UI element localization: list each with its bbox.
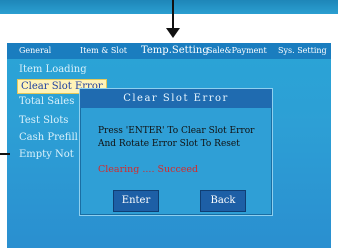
dialog-status: Clearing .... Succeed <box>98 164 199 175</box>
side-pointer-line <box>0 153 10 155</box>
menu-item-total-sales[interactable]: Total Sales <box>19 95 74 108</box>
pointer-arrow-icon <box>166 28 180 38</box>
back-button[interactable]: Back <box>200 190 246 212</box>
tab-sale-payment[interactable]: Sale&Payment <box>207 43 267 59</box>
dialog-message-line2: And Rotate Error Slot To Reset <box>98 139 240 149</box>
top-decor-strip <box>0 0 338 14</box>
tab-sys-setting[interactable]: Sys. Setting <box>278 43 327 59</box>
tab-temp-setting[interactable]: Temp.Setting <box>141 43 209 59</box>
dialog-message: Press 'ENTER' To Clear Slot Error And Ro… <box>98 125 254 151</box>
clear-slot-error-dialog: Clear Slot Error Press 'ENTER' To Clear … <box>79 88 273 216</box>
menu-item-loading[interactable]: Item Loading <box>19 63 87 76</box>
tab-general[interactable]: General <box>19 43 51 59</box>
menu-item-test-slots[interactable]: Test Slots <box>19 114 68 127</box>
menu-item-empty-not[interactable]: Empty Not <box>19 148 74 161</box>
menu-item-cash-prefill[interactable]: Cash Prefill <box>19 131 78 144</box>
pointer-arrow-line <box>172 0 174 30</box>
tab-item-slot[interactable]: Item & Slot <box>80 43 127 59</box>
enter-button[interactable]: Enter <box>113 190 159 212</box>
tab-bar: General Item & Slot Temp.Setting Sale&Pa… <box>7 43 331 59</box>
dialog-message-line1: Press 'ENTER' To Clear Slot Error <box>98 126 255 136</box>
dialog-title: Clear Slot Error <box>80 89 272 108</box>
